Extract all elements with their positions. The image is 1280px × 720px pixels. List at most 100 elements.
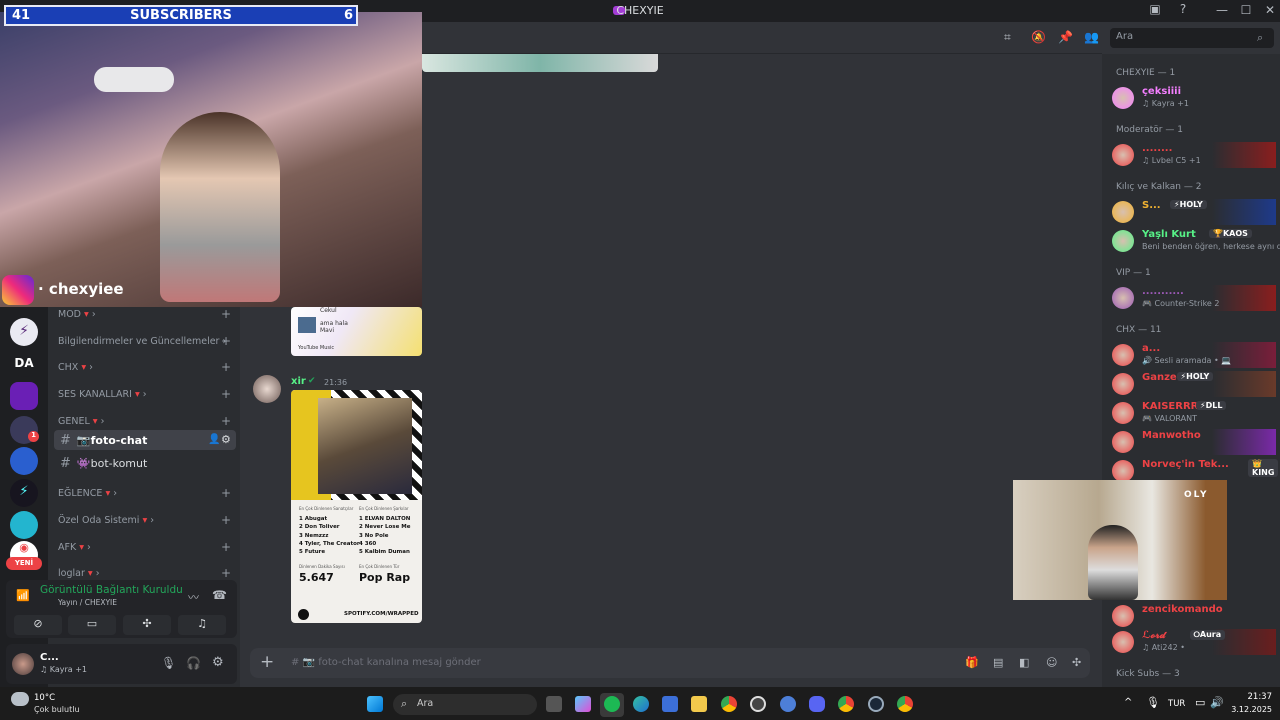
user-name[interactable]: C... bbox=[40, 652, 59, 663]
mute-icon[interactable]: 🔕 bbox=[1031, 30, 1046, 44]
add-channel-icon[interactable]: + bbox=[221, 566, 231, 580]
member-name[interactable]: ........ bbox=[1142, 143, 1172, 154]
microphone-icon[interactable]: 🎙 bbox=[161, 656, 176, 670]
member-name[interactable]: Ganze bbox=[1142, 372, 1177, 383]
previous-image-attachment[interactable] bbox=[422, 54, 658, 72]
avatar[interactable] bbox=[1112, 431, 1134, 453]
add-channel-icon[interactable]: + bbox=[221, 334, 231, 348]
category-loglar[interactable]: loglar ▾ › bbox=[58, 568, 100, 579]
avatar[interactable] bbox=[1112, 460, 1134, 482]
pin-icon[interactable]: 📌 bbox=[1058, 30, 1073, 44]
clock-date[interactable]: 3.12.2025 bbox=[1222, 705, 1272, 714]
server-icon[interactable] bbox=[10, 382, 38, 410]
avatar[interactable] bbox=[1112, 605, 1134, 627]
copilot-icon[interactable] bbox=[575, 696, 591, 712]
search-input[interactable]: Ara bbox=[1110, 28, 1274, 48]
apps-icon[interactable]: ✣ bbox=[1072, 656, 1081, 669]
voice-sub[interactable]: Yayın / CHEXYIE bbox=[58, 598, 117, 607]
member-row[interactable]: ........... 🎮 Counter-Strike 2 bbox=[1112, 285, 1276, 311]
camera-off-button[interactable]: ⊘ bbox=[14, 615, 62, 635]
avatar[interactable] bbox=[1112, 87, 1134, 109]
steam-icon[interactable] bbox=[868, 696, 884, 712]
member-row[interactable]: Manwotho bbox=[1112, 429, 1276, 455]
member-name[interactable]: ℒ𝓸𝓻𝓭 bbox=[1142, 630, 1166, 641]
avatar[interactable] bbox=[1112, 344, 1134, 366]
discord-icon[interactable] bbox=[809, 696, 825, 712]
clock-time[interactable]: 21:37 bbox=[1238, 692, 1273, 702]
member-row[interactable]: ........ ♫ Lvbel C5 +1 bbox=[1112, 142, 1276, 168]
help-icon[interactable]: ? bbox=[1173, 2, 1193, 16]
channel-settings-icon[interactable]: ⚙ bbox=[221, 433, 231, 446]
member-name[interactable]: S... bbox=[1142, 200, 1161, 211]
music-card[interactable]: Cekul ama hala Mavi YouTube Music bbox=[291, 307, 422, 356]
start-icon[interactable] bbox=[367, 696, 383, 712]
member-name[interactable]: KAISERRR bbox=[1142, 401, 1198, 412]
tray-chevron-icon[interactable]: ^ bbox=[1124, 697, 1132, 708]
author-name[interactable]: xir bbox=[291, 376, 306, 387]
member-row[interactable]: S... ⚡HOLY bbox=[1112, 199, 1276, 225]
sticker-icon[interactable]: ◧ bbox=[1019, 656, 1029, 669]
file-explorer-icon[interactable] bbox=[691, 696, 707, 712]
composer-placeholder[interactable]: # 📷 foto-chat kanalına mesaj gönder bbox=[291, 657, 481, 668]
add-channel-icon[interactable]: + bbox=[221, 486, 231, 500]
member-row[interactable]: KAISERRR ⚡DLL 🎮 VALORANT bbox=[1112, 400, 1276, 426]
chrome-icon[interactable] bbox=[838, 696, 854, 712]
member-row[interactable]: a... 🔊 Sesli aramada • 💻 bbox=[1112, 342, 1276, 368]
app-icon[interactable] bbox=[750, 696, 766, 712]
member-row[interactable]: çeksiiii ♫ Kayra +1 bbox=[1112, 85, 1276, 111]
server-icon[interactable]: ⚡ bbox=[10, 318, 38, 346]
avatar[interactable] bbox=[1112, 373, 1134, 395]
category-genel[interactable]: GENEL ▾ › bbox=[58, 416, 104, 427]
member-row[interactable]: Yaşlı Kurt 🏆KAOS Beni benden öğren, herkes… bbox=[1112, 228, 1280, 254]
task-view-icon[interactable] bbox=[546, 696, 562, 712]
server-icon[interactable] bbox=[10, 511, 38, 539]
network-icon[interactable]: ▭ bbox=[1195, 696, 1205, 709]
member-name[interactable]: çeksiiii bbox=[1142, 86, 1181, 97]
member-name[interactable]: Yaşlı Kurt bbox=[1142, 229, 1196, 240]
add-channel-icon[interactable]: + bbox=[221, 387, 231, 401]
member-name[interactable]: Norveç'in Tek... bbox=[1142, 459, 1229, 470]
maximize-button[interactable]: ☐ bbox=[1236, 3, 1256, 17]
activities-button[interactable]: ✣ bbox=[123, 615, 171, 635]
voice-status[interactable]: Görüntülü Bağlantı Kuruldu bbox=[40, 584, 183, 596]
avatar[interactable] bbox=[1112, 144, 1134, 166]
category-eglence[interactable]: EĞLENCE ▾ › bbox=[58, 488, 117, 499]
screen-share-button[interactable]: ▭ bbox=[68, 615, 116, 635]
taskbar-search[interactable]: ⌕ Ara bbox=[393, 694, 537, 715]
close-button[interactable]: ✕ bbox=[1260, 3, 1280, 17]
category-ozel-oda[interactable]: Özel Oda Sistemi ▾ › bbox=[58, 515, 154, 526]
member-name[interactable]: zencikomando bbox=[1142, 604, 1223, 615]
member-name[interactable]: a... bbox=[1142, 343, 1160, 354]
attach-plus-button[interactable]: + bbox=[260, 652, 274, 672]
server-da[interactable]: DA bbox=[10, 349, 38, 377]
server-icon[interactable]: ⚡ bbox=[10, 479, 38, 507]
spotify-icon[interactable] bbox=[604, 696, 620, 712]
user-settings-icon[interactable]: ⚙ bbox=[212, 655, 224, 670]
channel-bot-komut[interactable]: # 👾bot-komut bbox=[54, 453, 236, 473]
member-row[interactable]: Ganze ⚡HOLY bbox=[1112, 371, 1276, 397]
wrapped-image[interactable]: En Çok Dinlenen Sanatçılar En Çok Dinlen… bbox=[291, 390, 422, 623]
microphone-icon[interactable]: 🎙 bbox=[1146, 696, 1160, 709]
new-badge[interactable]: YENİ bbox=[6, 557, 42, 570]
weather-temp[interactable]: 10°C bbox=[34, 693, 55, 703]
category-mod[interactable]: MOD ▾ › bbox=[58, 309, 96, 320]
invite-icon[interactable]: 👤 bbox=[208, 434, 220, 445]
add-channel-icon[interactable]: + bbox=[221, 307, 231, 321]
category-afk[interactable]: AFK ▾ › bbox=[58, 542, 91, 553]
disconnect-icon[interactable]: ☎ bbox=[212, 588, 227, 602]
chrome-icon[interactable] bbox=[721, 696, 737, 712]
server-icon[interactable] bbox=[10, 447, 38, 475]
member-row[interactable]: zencikomando bbox=[1112, 603, 1276, 629]
author-avatar[interactable] bbox=[253, 375, 281, 403]
add-channel-icon[interactable]: + bbox=[221, 540, 231, 554]
store-icon[interactable] bbox=[662, 696, 678, 712]
edge-icon[interactable] bbox=[633, 696, 649, 712]
noise-suppression-icon[interactable]: 〰 bbox=[188, 589, 199, 605]
member-name[interactable]: Manwotho bbox=[1142, 430, 1201, 441]
weather-desc[interactable]: Çok bulutlu bbox=[34, 705, 80, 714]
add-channel-icon[interactable]: + bbox=[221, 513, 231, 527]
avatar[interactable] bbox=[1112, 287, 1134, 309]
avatar[interactable] bbox=[1112, 201, 1134, 223]
gift-icon[interactable]: 🎁 bbox=[965, 656, 979, 669]
category-ses-kanallari[interactable]: SES KANALLARI ▾ › bbox=[58, 389, 147, 400]
